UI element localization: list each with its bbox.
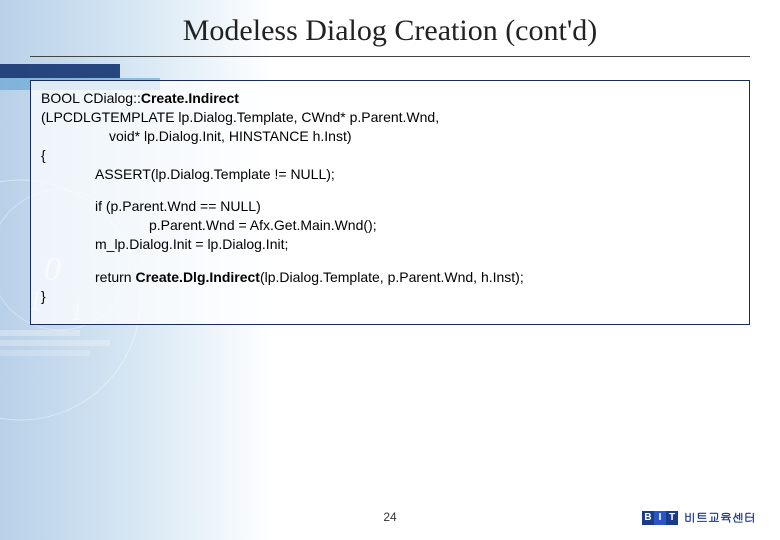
code-line: } <box>41 287 739 306</box>
code-text: return <box>95 269 135 285</box>
code-line: m_lp.Dialog.Init = lp.Dialog.Init; <box>41 235 739 254</box>
code-line: ASSERT(lp.Dialog.Template != NULL); <box>41 165 739 184</box>
footer-text: 비트교육센터 <box>684 509 756 526</box>
code-text-bold: Create.Dlg.Indirect <box>135 269 259 285</box>
slide-page: 0 1 1 Modeless Dialog Creation (cont'd) … <box>0 0 780 540</box>
code-line: void* lp.Dialog.Init, HINSTANCE h.Inst) <box>41 127 739 146</box>
blank-line <box>41 183 739 197</box>
code-line: (LPCDLGTEMPLATE lp.Dialog.Template, CWnd… <box>41 108 739 127</box>
bit-logo-i: I <box>654 511 666 525</box>
title-underline <box>30 56 750 57</box>
footer-logo-block: BIT 비트교육센터 <box>642 509 756 526</box>
slide-title: Modeless Dialog Creation (cont'd) <box>0 14 780 48</box>
code-line: if (p.Parent.Wnd == NULL) <box>41 197 739 216</box>
code-line: p.Parent.Wnd = Afx.Get.Main.Wnd(); <box>41 216 739 235</box>
bit-logo-t: T <box>666 511 678 525</box>
code-box: BOOL CDialog::Create.Indirect (LPCDLGTEM… <box>30 80 750 325</box>
code-line: { <box>41 146 739 165</box>
code-line: BOOL CDialog::Create.Indirect <box>41 89 739 108</box>
code-text-bold: Create.Indirect <box>141 90 239 106</box>
bit-logo-icon: BIT <box>642 511 678 525</box>
code-line: return Create.Dlg.Indirect(lp.Dialog.Tem… <box>41 268 739 287</box>
bit-logo-b: B <box>642 511 654 525</box>
code-text: BOOL CDialog:: <box>41 90 141 106</box>
code-text: (lp.Dialog.Template, p.Parent.Wnd, h.Ins… <box>260 269 524 285</box>
blank-line <box>41 254 739 268</box>
